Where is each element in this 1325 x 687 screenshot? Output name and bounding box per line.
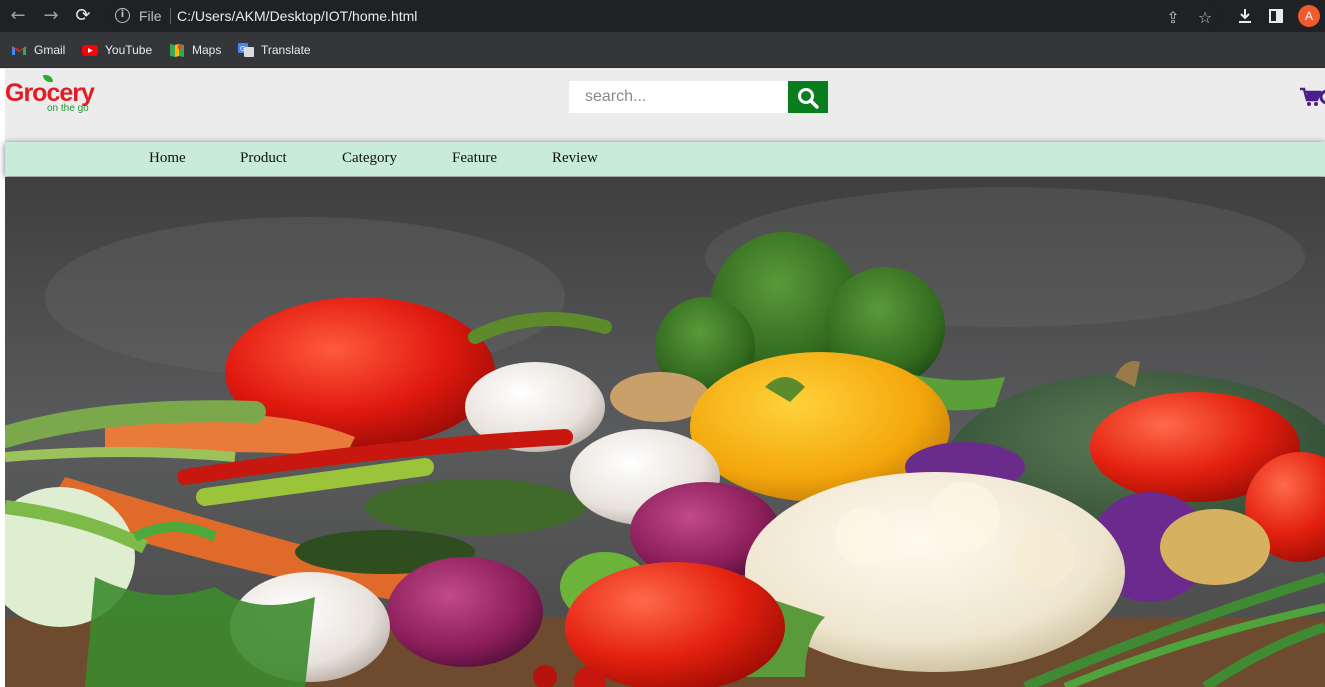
bookmark-translate[interactable]: G Translate (238, 42, 311, 58)
grocery-logo[interactable]: Grocery on the go (5, 75, 110, 115)
gmail-icon (11, 42, 27, 58)
nav-link-feature[interactable]: Feature (452, 150, 497, 167)
vegetables-image (5, 177, 1325, 687)
bookmark-label: YouTube (105, 43, 153, 57)
main-nav: Home Product Category Feature Review (5, 142, 1325, 176)
search-icon (798, 88, 819, 109)
bookmarks-bar: Gmail YouTube Maps G Translate (0, 32, 1325, 68)
nav-link-category[interactable]: Category (342, 150, 397, 167)
bookmark-label: Maps (192, 43, 222, 57)
url-text[interactable]: C:/Users/AKM/Desktop/IOT/home.html (177, 8, 417, 24)
omnibox-divider (170, 8, 171, 24)
browser-toolbar: ← → ⟳ i File C:/Users/AKM/Desktop/IOT/ho… (0, 0, 1325, 32)
nav-link-home[interactable]: Home (149, 150, 186, 167)
forward-icon[interactable]: → (41, 6, 61, 26)
translate-icon: G (238, 42, 254, 58)
bookmark-label: Gmail (34, 43, 66, 57)
download-icon[interactable] (1235, 6, 1255, 26)
logo-tagline: on the go (47, 103, 89, 114)
bookmark-maps[interactable]: Maps (169, 42, 221, 58)
back-icon[interactable]: ← (8, 6, 28, 26)
nav-link-product[interactable]: Product (240, 150, 287, 167)
cart-icon[interactable] (1300, 87, 1325, 107)
side-panel-icon[interactable] (1266, 6, 1286, 26)
reload-icon[interactable]: ⟳ (73, 6, 93, 26)
svg-text:G: G (240, 45, 245, 53)
share-icon[interactable]: ⇪ (1163, 8, 1183, 28)
maps-icon (169, 42, 185, 58)
nav-link-review[interactable]: Review (552, 150, 598, 167)
youtube-icon (82, 42, 98, 58)
bookmark-youtube[interactable]: YouTube (82, 42, 152, 58)
bookmark-label: Translate (261, 43, 311, 57)
star-icon[interactable]: ☆ (1195, 8, 1215, 28)
hero-banner-image (5, 177, 1325, 687)
address-bar[interactable]: i File C:/Users/AKM/Desktop/IOT/home.htm… (105, 2, 1223, 30)
profile-avatar[interactable]: A (1298, 5, 1320, 27)
info-icon[interactable]: i (115, 8, 130, 23)
scheme-label: File (139, 8, 162, 24)
search-input[interactable] (569, 81, 788, 113)
bookmark-gmail[interactable]: Gmail (11, 42, 65, 58)
search-button[interactable] (788, 81, 828, 113)
web-page: Grocery on the go Home Product Category … (0, 69, 1325, 687)
